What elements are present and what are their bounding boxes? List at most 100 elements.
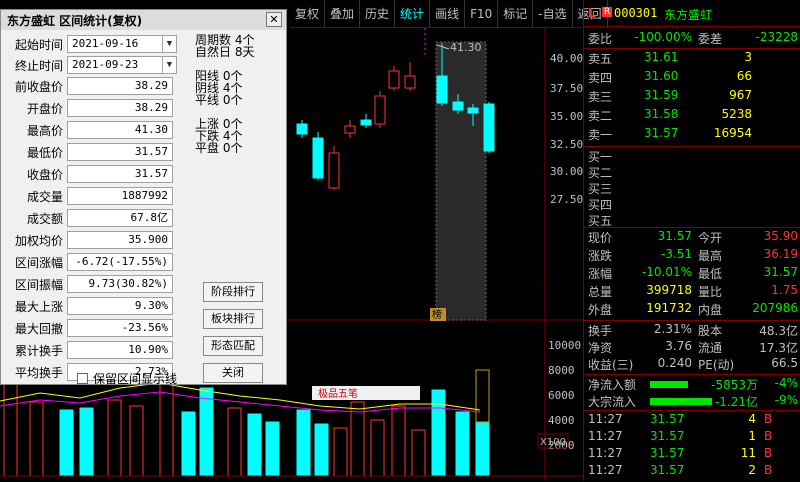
stat-value: 35.900: [67, 231, 173, 249]
ask-row[interactable]: 卖五 31.61 3: [584, 50, 800, 69]
stat-label: 最大回撤: [14, 321, 63, 336]
stat-value: 41.30: [67, 121, 173, 139]
chart-toolbar: 复权 叠加 历史 统计 画线 F10 标记 -自选 返回: [290, 0, 608, 28]
candle-body: [312, 137, 324, 179]
stat-label: 最大上涨: [14, 299, 63, 314]
vol-label-8000: 8000: [548, 364, 575, 377]
stage-rank-button[interactable]: 阶段排行: [203, 282, 263, 302]
stat-row: 最大回撤 -23.56%: [1, 318, 173, 338]
stat-row: 最大上涨 9.30%: [1, 296, 173, 316]
stat-value: -23.56%: [67, 319, 173, 337]
stat-row: 区间振幅 9.73(30.82%): [1, 274, 173, 294]
candle-body: [374, 95, 386, 125]
sector-rank-button[interactable]: 板块排行: [203, 309, 263, 329]
bid-label: 买四: [588, 198, 613, 212]
ask-price: 31.61: [644, 50, 679, 64]
stat-row: 前收盘价 38.29: [1, 76, 173, 96]
start-date-value: 2021-09-16: [72, 37, 139, 50]
ask-row[interactable]: 卖四 31.60 66: [584, 69, 800, 88]
stat-label: 最低价: [26, 145, 63, 160]
dialog-title-bar[interactable]: 东方盛虹 区间统计(复权) ✕: [1, 10, 286, 30]
scale-label: X100: [540, 437, 566, 448]
stat-label: 区间涨幅: [14, 255, 63, 270]
quote-header: L R 000301 东方盛虹: [584, 6, 800, 26]
stat-flat: 平线 0个: [195, 93, 243, 107]
ask-row[interactable]: 卖二 31.58 5238: [584, 107, 800, 126]
volume-bar: [181, 411, 196, 477]
max-price-label: 41.30: [450, 41, 482, 54]
volume-bar: [59, 409, 74, 477]
stock-code: 000301: [614, 6, 658, 20]
stat-value: 38.29: [67, 77, 173, 95]
toolbar-f10-button[interactable]: F10: [465, 0, 499, 28]
volume-bar: [296, 409, 311, 477]
stock-name: 东方盛虹: [664, 8, 713, 22]
ask-volume: 16954: [713, 126, 752, 140]
stat-value: 31.57: [67, 165, 173, 183]
keep-lines-checkbox[interactable]: [77, 373, 88, 384]
ask-price: 31.58: [644, 107, 679, 121]
volume-bar: [79, 407, 94, 477]
toolbar-watchlist-button[interactable]: -自选: [533, 0, 573, 28]
quote-stat-row: 涨幅 -10.01% 最低 31.57: [588, 265, 798, 281]
stat-label: 加权均价: [14, 233, 63, 248]
stat-row: 成交额 67.8亿: [1, 208, 173, 228]
flow-bar: [650, 381, 688, 388]
quote-stat-row: 总量 399718 量比 1.75: [588, 283, 798, 299]
toolbar-overlay-button[interactable]: 叠加: [325, 0, 361, 28]
divider: [584, 410, 800, 411]
price-label-27: 27.50: [550, 193, 583, 206]
stat-value: 9.73(30.82%): [67, 275, 173, 293]
ask-volume: 5238: [721, 107, 752, 121]
volume-bar: [265, 421, 280, 477]
stat-value: 9.30%: [67, 297, 173, 315]
chevron-down-icon[interactable]: ▼: [162, 57, 176, 73]
volume-bar: [455, 411, 470, 477]
ask-label: 卖四: [588, 71, 613, 85]
chevron-down-icon[interactable]: ▼: [162, 36, 176, 52]
keep-lines-checkbox-row[interactable]: 保留区间显示线: [77, 370, 177, 387]
stat-label: 区间振幅: [14, 277, 63, 292]
toolbar-draw-button[interactable]: 画线: [430, 0, 466, 28]
price-label-35: 35.00: [550, 110, 583, 123]
ask-label: 卖三: [588, 90, 613, 104]
start-date-picker[interactable]: 2021-09-16 ▼: [67, 35, 177, 53]
price-label-37: 37.50: [550, 82, 583, 95]
stat-label: 前收盘价: [14, 79, 63, 94]
volume-highlight: [475, 369, 490, 423]
close-button[interactable]: 关闭: [203, 363, 263, 383]
ask-row[interactable]: 卖三 31.59 967: [584, 88, 800, 107]
stat-label: 收盘价: [26, 167, 63, 182]
stat-row: 累计换手 10.90%: [1, 340, 173, 360]
ask-price: 31.60: [644, 69, 679, 83]
end-date-value: 2021-09-23: [72, 58, 139, 71]
toolbar-stats-button[interactable]: 统计: [395, 0, 431, 28]
stat-value: 38.29: [67, 99, 173, 117]
end-date-picker[interactable]: 2021-09-23 ▼: [67, 56, 177, 74]
pattern-match-button[interactable]: 形态匹配: [203, 336, 263, 356]
list-marker-text: 榜: [432, 308, 442, 321]
stat-row: 最高价 41.30: [1, 120, 173, 140]
volume-bar: [247, 413, 262, 477]
bid-label: 买一: [588, 150, 613, 164]
divider: [584, 146, 800, 147]
price-label-32: 32.50: [550, 138, 583, 151]
volume-bar: [159, 381, 174, 477]
quote-stat-row: 涨跌 -3.51 最高 36.19: [588, 247, 798, 263]
close-icon[interactable]: ✕: [266, 12, 282, 27]
ask-price: 31.57: [644, 126, 679, 140]
toolbar-mark-button[interactable]: 标记: [498, 0, 534, 28]
price-grid: [290, 57, 545, 284]
ask-label: 卖二: [588, 109, 613, 123]
ask-volume: 66: [736, 69, 752, 83]
l-icon: L: [588, 6, 596, 20]
ask-row[interactable]: 卖一 31.57 16954: [584, 126, 800, 145]
divider: [584, 227, 800, 228]
toolbar-fuquan-button[interactable]: 复权: [290, 0, 326, 28]
dialog-title: 东方盛虹 区间统计(复权): [7, 14, 143, 28]
stat-row: 最低价 31.57: [1, 142, 173, 162]
divider: [584, 26, 800, 27]
volume-bar: [107, 399, 122, 477]
stat-value: 67.8亿: [67, 209, 173, 227]
toolbar-history-button[interactable]: 历史: [360, 0, 396, 28]
